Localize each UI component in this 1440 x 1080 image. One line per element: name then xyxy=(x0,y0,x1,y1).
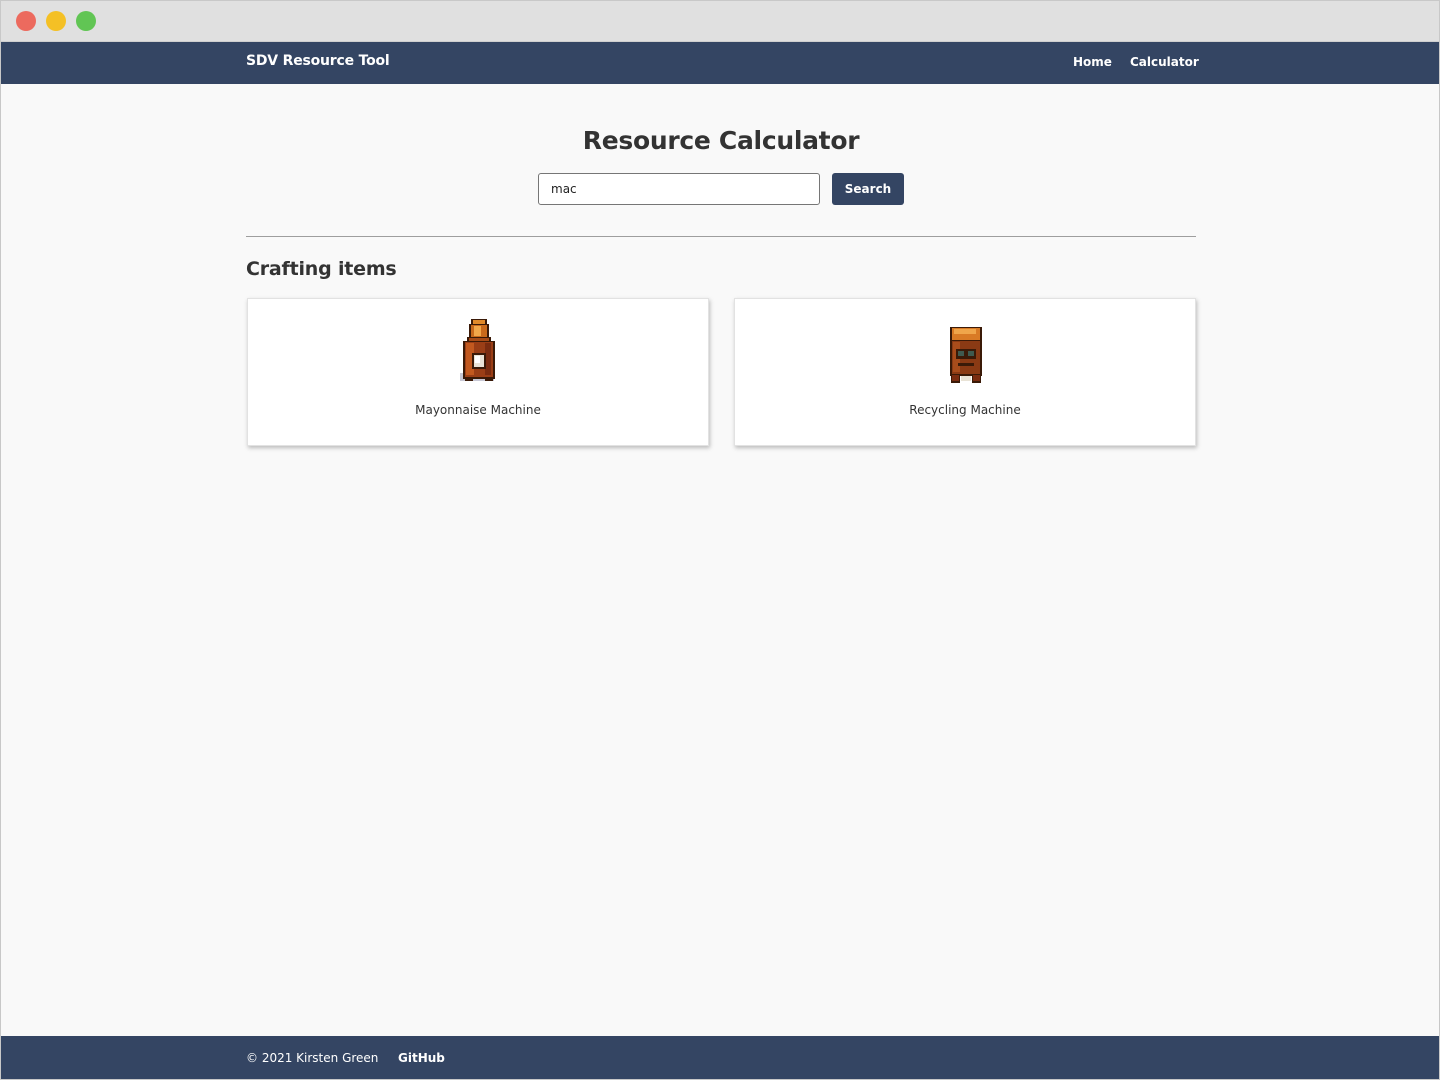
search-button[interactable]: Search xyxy=(832,173,904,205)
item-card-mayonnaise-machine[interactable]: Mayonnaise Machine xyxy=(247,298,709,446)
copyright-text: © 2021 Kirsten Green xyxy=(246,1051,379,1065)
section-divider xyxy=(246,236,1196,237)
search-input[interactable] xyxy=(538,173,820,205)
section-heading: Crafting items xyxy=(246,258,397,280)
page-footer: © 2021 Kirsten Green GitHub xyxy=(1,1036,1439,1079)
minimize-window-button[interactable] xyxy=(46,11,66,31)
item-card-label: Mayonnaise Machine xyxy=(415,403,541,417)
zoom-window-button[interactable] xyxy=(76,11,96,31)
mayonnaise-machine-icon xyxy=(460,319,495,381)
window-titlebar xyxy=(1,1,1439,42)
page-title: Resource Calculator xyxy=(582,126,860,155)
nav-link-home[interactable]: Home xyxy=(1073,55,1112,69)
github-link[interactable]: GitHub xyxy=(398,1051,445,1065)
browser-window: SDV Resource Tool Home Calculator Resour… xyxy=(0,0,1440,1080)
recycling-machine-icon xyxy=(950,327,982,383)
brand-link[interactable]: SDV Resource Tool xyxy=(246,53,390,69)
item-card-recycling-machine[interactable]: Recycling Machine xyxy=(734,298,1196,446)
top-navbar: SDV Resource Tool Home Calculator xyxy=(1,42,1439,84)
close-window-button[interactable] xyxy=(16,11,36,31)
item-card-label: Recycling Machine xyxy=(909,403,1021,417)
nav-link-calculator[interactable]: Calculator xyxy=(1130,55,1199,69)
